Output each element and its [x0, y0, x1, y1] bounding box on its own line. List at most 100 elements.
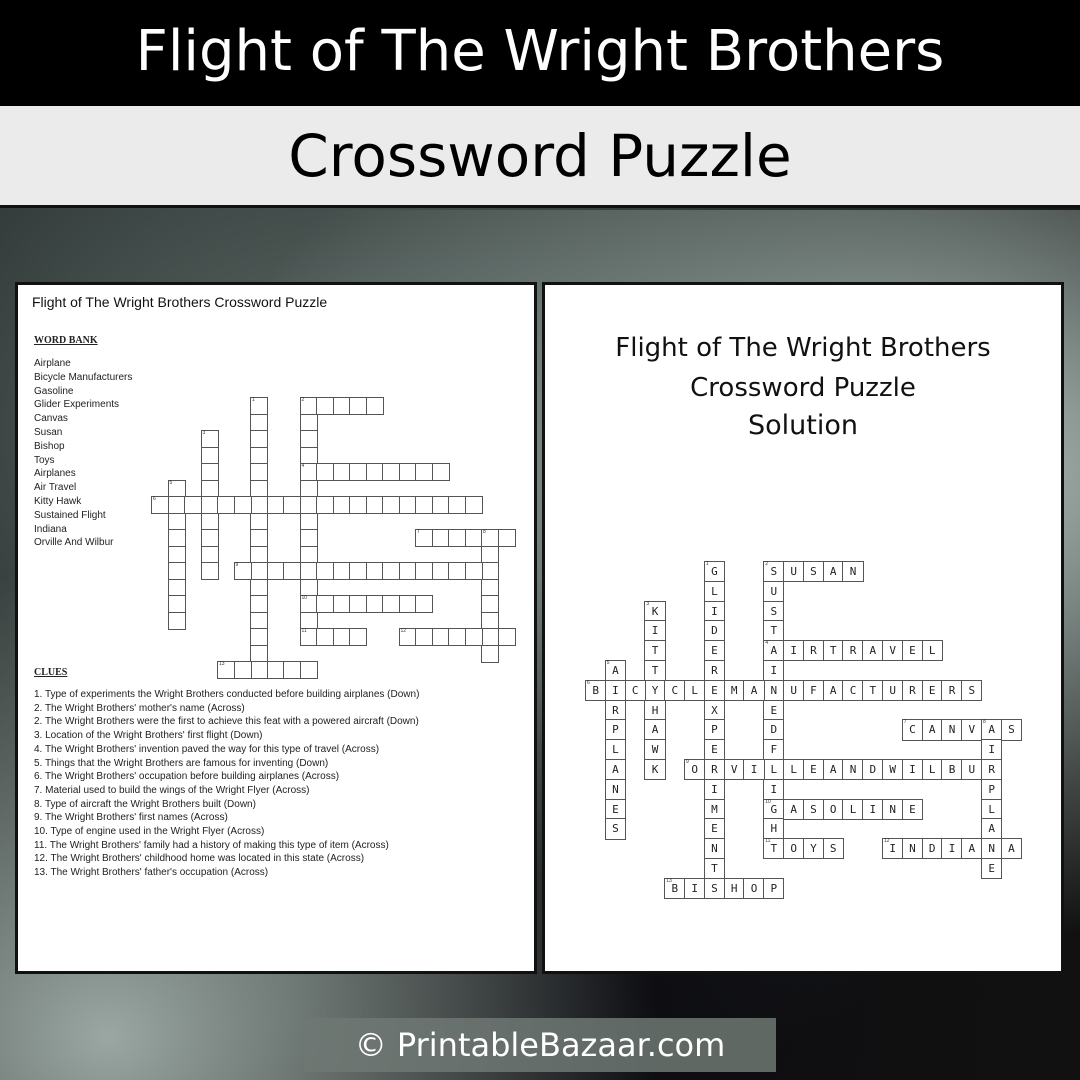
crossword-cell[interactable] [481, 545, 499, 564]
crossword-cell[interactable] [349, 595, 367, 613]
crossword-cell[interactable] [382, 562, 400, 580]
crossword-cell[interactable] [448, 529, 466, 547]
crossword-cell[interactable] [415, 496, 433, 514]
crossword-cell[interactable] [448, 496, 466, 514]
crossword-cell[interactable] [283, 661, 301, 679]
crossword-cell[interactable]: 7 [415, 529, 433, 547]
crossword-cell[interactable] [184, 496, 202, 514]
crossword-cell[interactable] [349, 496, 367, 514]
crossword-cell[interactable] [200, 562, 219, 580]
crossword-cell[interactable] [250, 545, 268, 564]
crossword-cell[interactable]: 5 [167, 479, 186, 498]
crossword-cell[interactable] [299, 545, 318, 564]
crossword-cell[interactable] [250, 496, 268, 514]
crossword-cell[interactable] [431, 562, 450, 580]
crossword-cell[interactable] [349, 463, 367, 481]
crossword-cell[interactable] [365, 463, 384, 481]
crossword-cell[interactable] [398, 595, 417, 613]
crossword-cell[interactable] [448, 628, 466, 646]
crossword-cell[interactable] [464, 529, 483, 547]
crossword-cell[interactable] [200, 496, 219, 514]
crossword-cell[interactable] [299, 661, 318, 679]
crossword-cell[interactable] [497, 529, 516, 547]
crossword-cell[interactable]: 6 [151, 496, 169, 514]
crossword-cell[interactable] [266, 496, 285, 514]
crossword-cell[interactable] [250, 644, 268, 663]
crossword-cell[interactable] [481, 628, 499, 646]
crossword-cell[interactable] [250, 430, 268, 448]
crossword-cell[interactable] [431, 496, 450, 514]
crossword-cell[interactable] [332, 628, 351, 646]
crossword-cell[interactable] [316, 562, 334, 580]
crossword-cell[interactable] [316, 628, 334, 646]
crossword-cell[interactable] [382, 463, 400, 481]
crossword-cell[interactable] [283, 562, 301, 580]
crossword-cell[interactable] [415, 463, 433, 481]
crossword-cell[interactable] [299, 529, 318, 547]
crossword-cell[interactable] [266, 562, 285, 580]
crossword-cell[interactable] [299, 512, 318, 531]
crossword-cell[interactable] [431, 463, 450, 481]
crossword-cell[interactable] [250, 512, 268, 531]
crossword-cell[interactable] [200, 545, 219, 564]
crossword-cell[interactable] [448, 562, 466, 580]
crossword-cell[interactable] [332, 463, 351, 481]
crossword-cell[interactable] [349, 397, 367, 415]
crossword-cell[interactable] [365, 562, 384, 580]
crossword-cell[interactable] [200, 529, 219, 547]
crossword-cell[interactable] [349, 562, 367, 580]
crossword-cell[interactable] [167, 595, 186, 613]
crossword-cell[interactable] [299, 413, 318, 432]
crossword-cell[interactable]: 3 [200, 430, 219, 448]
crossword-cell[interactable] [250, 463, 268, 481]
crossword-cell[interactable] [332, 496, 351, 514]
crossword-cell[interactable] [250, 611, 268, 630]
crossword-cell[interactable] [398, 463, 417, 481]
crossword-cell[interactable] [316, 496, 334, 514]
crossword-cell[interactable] [233, 661, 252, 679]
crossword-cell[interactable] [382, 496, 400, 514]
crossword-cell[interactable]: 2 [299, 397, 318, 415]
crossword-cell[interactable] [167, 578, 186, 597]
crossword-cell[interactable] [349, 628, 367, 646]
crossword-cell[interactable] [332, 562, 351, 580]
crossword-cell[interactable] [250, 595, 268, 613]
crossword-cell[interactable]: 8 [481, 529, 499, 547]
crossword-cell[interactable] [167, 512, 186, 531]
crossword-cell[interactable] [464, 562, 483, 580]
crossword-cell[interactable] [365, 595, 384, 613]
crossword-cell[interactable] [431, 529, 450, 547]
crossword-cell[interactable] [250, 413, 268, 432]
crossword-cell[interactable] [497, 628, 516, 646]
crossword-cell[interactable] [398, 562, 417, 580]
crossword-cell[interactable] [200, 463, 219, 481]
crossword-cell[interactable] [167, 562, 186, 580]
crossword-cell[interactable] [382, 595, 400, 613]
crossword-cell[interactable]: 4 [299, 463, 318, 481]
crossword-cell[interactable] [217, 496, 235, 514]
crossword-cell[interactable] [266, 661, 285, 679]
crossword-cell[interactable] [299, 578, 318, 597]
crossword-cell[interactable] [200, 512, 219, 531]
crossword-cell[interactable] [481, 595, 499, 613]
crossword-cell[interactable] [167, 529, 186, 547]
crossword-cell[interactable] [299, 611, 318, 630]
crossword-cell[interactable]: 13 [217, 661, 235, 679]
crossword-cell[interactable] [365, 397, 384, 415]
crossword-cell[interactable]: 1 [250, 397, 268, 415]
crossword-cell[interactable]: 12 [398, 628, 417, 646]
crossword-cell[interactable] [316, 463, 334, 481]
crossword-cell[interactable]: 10 [299, 595, 318, 613]
crossword-cell[interactable] [415, 562, 433, 580]
crossword-cell[interactable] [250, 578, 268, 597]
crossword-cell[interactable] [299, 496, 318, 514]
crossword-cell[interactable] [250, 479, 268, 498]
crossword-cell[interactable] [481, 578, 499, 597]
crossword-cell[interactable] [299, 479, 318, 498]
crossword-cell[interactable] [365, 496, 384, 514]
crossword-cell[interactable] [464, 628, 483, 646]
crossword-cell[interactable] [250, 661, 268, 679]
crossword-cell[interactable] [481, 562, 499, 580]
crossword-cell[interactable] [167, 496, 186, 514]
crossword-cell[interactable] [250, 529, 268, 547]
